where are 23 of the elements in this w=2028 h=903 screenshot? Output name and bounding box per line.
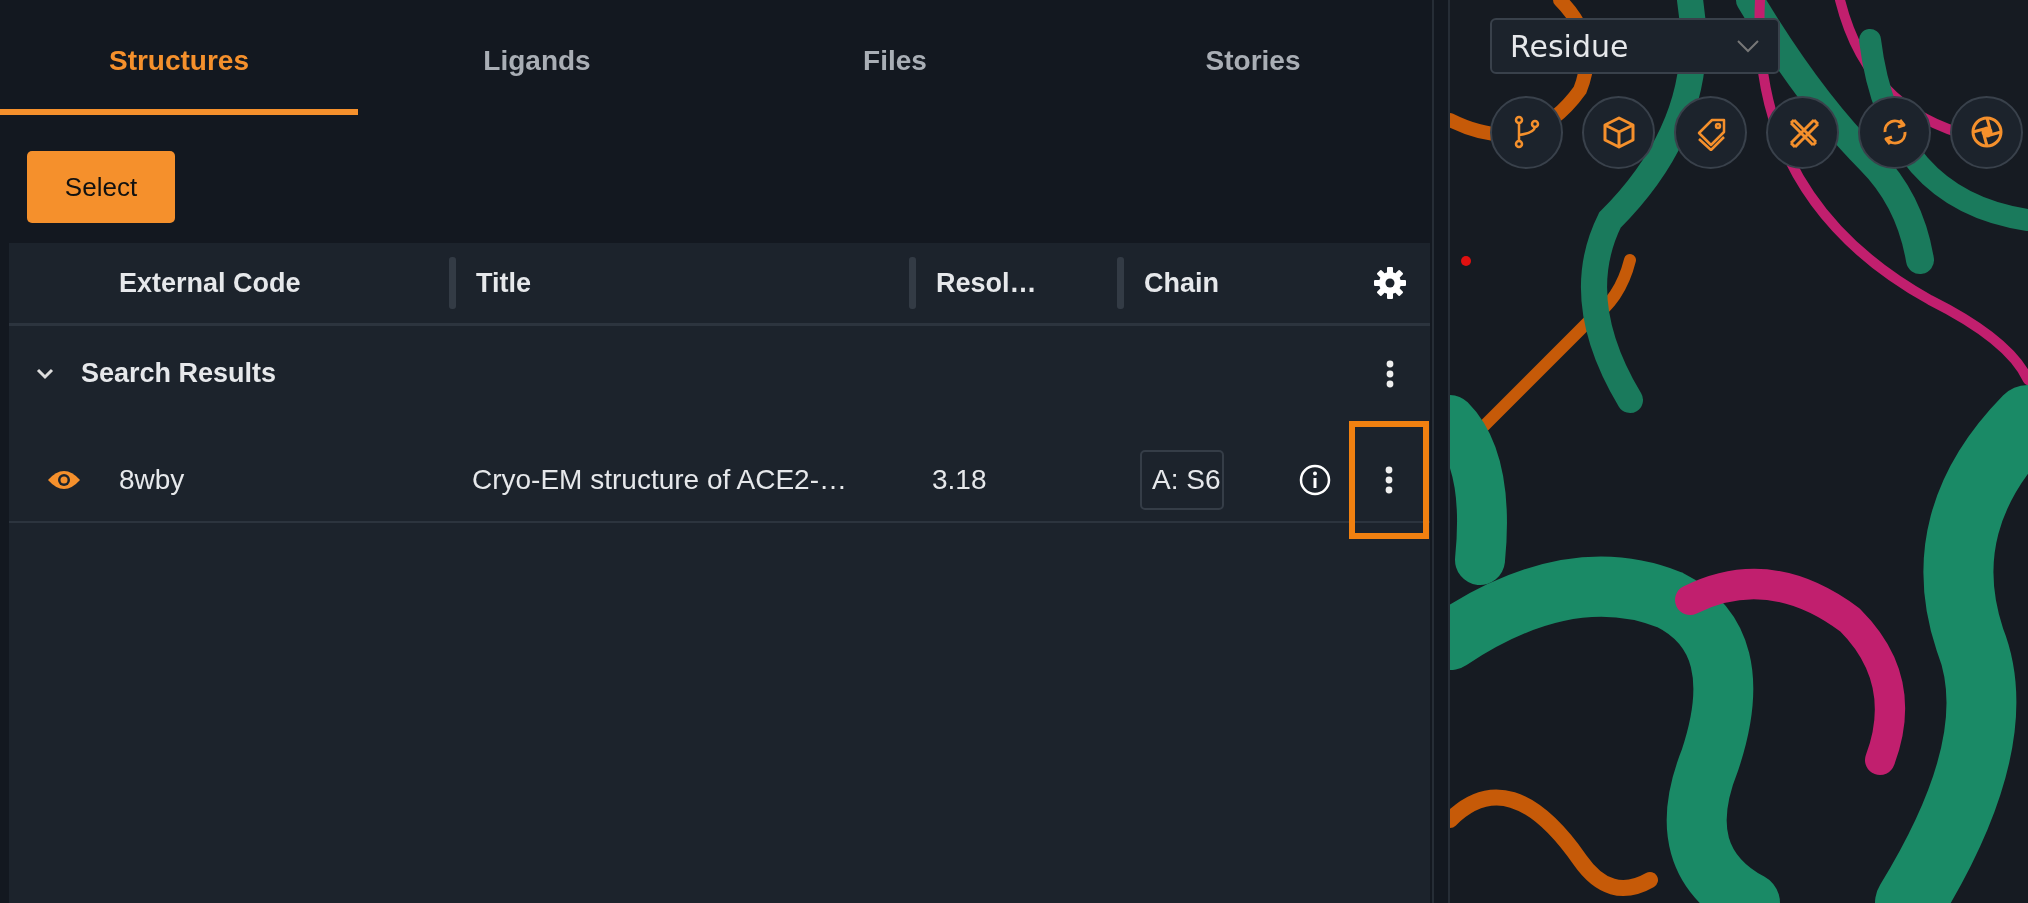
- info-icon[interactable]: [1299, 464, 1331, 496]
- tab[interactable]: Structures: [0, 0, 358, 115]
- column-resize-handle[interactable]: [1117, 257, 1124, 309]
- tab[interactable]: Ligands: [358, 0, 716, 115]
- more-options-icon[interactable]: [1385, 466, 1393, 494]
- more-options-icon[interactable]: [1385, 359, 1394, 388]
- column-header[interactable]: External Code: [119, 267, 301, 299]
- column-header[interactable]: Title: [476, 267, 531, 299]
- table-cell-text: Cryo-EM structure of ACE2-…: [472, 464, 848, 496]
- eye-icon[interactable]: [46, 468, 82, 492]
- tab[interactable]: Files: [716, 0, 1074, 115]
- column-header[interactable]: Resol…: [936, 267, 1037, 299]
- table-cell-text: 8wby: [119, 464, 186, 496]
- select-button[interactable]: Select: [27, 151, 175, 223]
- column-resize-handle[interactable]: [909, 257, 916, 309]
- mode-dropdown[interactable]: Residue: [1490, 18, 1780, 74]
- chain-field[interactable]: A: S6: [1140, 450, 1224, 510]
- highlighted-more-options-button[interactable]: [1349, 421, 1429, 539]
- group-title: Search Results: [81, 358, 278, 389]
- column-resize-handle[interactable]: [449, 257, 456, 309]
- tab[interactable]: Stories: [1074, 0, 1432, 115]
- table-cell-text: 3.18: [932, 464, 988, 496]
- column-header[interactable]: Chain: [1144, 267, 1219, 299]
